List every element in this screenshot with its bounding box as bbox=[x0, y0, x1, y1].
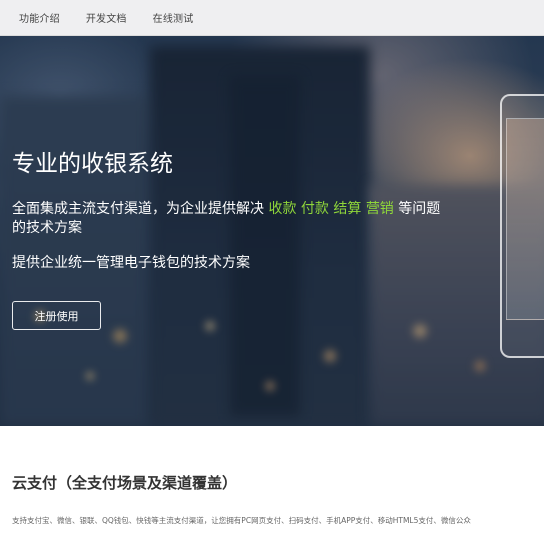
device-screen bbox=[506, 118, 544, 320]
hero-title: 专业的收银系统 bbox=[12, 151, 173, 177]
nav-item-dev-docs[interactable]: 开发文档 bbox=[86, 10, 127, 25]
top-nav: 功能介绍 开发文档 在线测试 bbox=[0, 0, 544, 36]
device-mockup-illustration bbox=[500, 94, 544, 358]
register-button[interactable]: 注册使用 bbox=[12, 301, 101, 330]
page: 功能介绍 开发文档 在线测试 专业的收银系统 全面集成主流支付渠道，为企业提供解… bbox=[0, 0, 544, 543]
hero-subtitle: 全面集成主流支付渠道，为企业提供解决 收款 付款 结算 营销 等问题的技术方案 bbox=[12, 200, 442, 238]
hero-banner: 专业的收银系统 全面集成主流支付渠道，为企业提供解决 收款 付款 结算 营销 等… bbox=[0, 36, 544, 426]
section-description: 支持支付宝、微信、银联、QQ钱包、快钱等主流支付渠道，让您拥有PC网页支付、扫码… bbox=[12, 516, 471, 525]
hero-subtitle-prefix: 全面集成主流支付渠道，为企业提供解决 bbox=[12, 201, 264, 217]
hero-tagline: 提供企业统一管理电子钱包的技术方案 bbox=[12, 255, 250, 271]
highlight-word: 收款 bbox=[268, 201, 297, 217]
highlight-word: 付款 bbox=[300, 201, 329, 217]
highlight-word: 结算 bbox=[333, 201, 362, 217]
highlight-word: 营销 bbox=[365, 201, 394, 217]
nav-item-online-test[interactable]: 在线测试 bbox=[153, 10, 194, 25]
nav-item-features[interactable]: 功能介绍 bbox=[19, 10, 60, 25]
section-title: 云支付（全支付场景及渠道覆盖） bbox=[12, 474, 238, 492]
